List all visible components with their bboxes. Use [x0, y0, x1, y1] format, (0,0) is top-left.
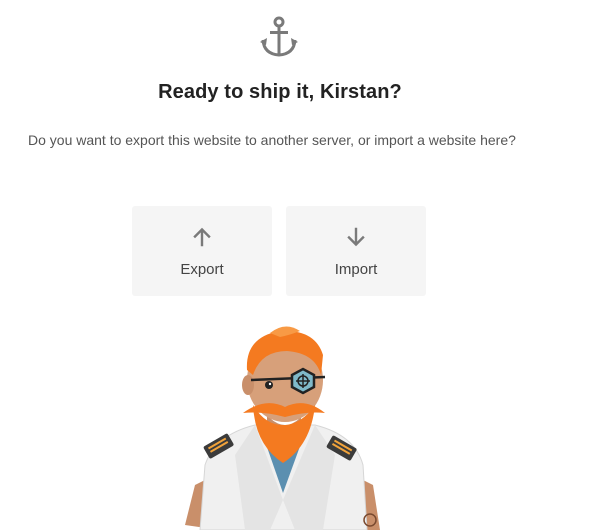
arrow-up-icon	[193, 227, 211, 247]
import-button[interactable]: Import	[286, 206, 426, 296]
arrow-down-icon	[347, 227, 365, 247]
sailor-mascot-illustration	[185, 326, 380, 530]
anchor-icon	[260, 16, 298, 57]
import-label: Import	[334, 261, 378, 278]
export-label: Export	[180, 261, 224, 278]
export-button[interactable]: Export	[132, 206, 272, 296]
page-subtitle: Do you want to export this website to an…	[28, 132, 516, 148]
ship-it-dialog: Ready to ship it, Kirstan? Do you want t…	[0, 0, 600, 530]
page-title: Ready to ship it, Kirstan?	[158, 81, 402, 103]
